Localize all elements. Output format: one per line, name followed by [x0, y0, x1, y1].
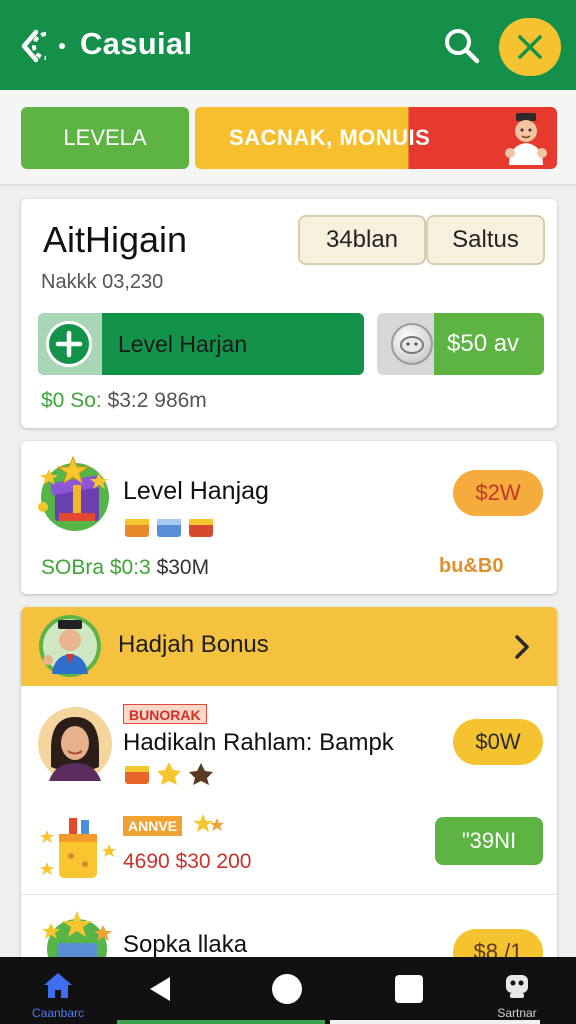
row1-tag2: ANNVE — [123, 816, 183, 836]
tab-strip: LEVELA SACNAK, MONUIS — [0, 90, 576, 186]
woman-avatar-icon — [38, 707, 112, 781]
nav-profile[interactable]: Sartnar — [482, 971, 552, 1021]
coin-icon — [391, 323, 433, 365]
search-icon[interactable] — [440, 24, 484, 68]
nav-home-label: Caanbarc — [31, 1006, 85, 1020]
summary-footer-value: $3:2 986m — [107, 389, 207, 412]
nav-indicator — [330, 1020, 540, 1024]
summary-footer: $0 So: $3:2 986m — [41, 389, 207, 413]
bonus-card-header[interactable]: Hadjah Bonus — [21, 607, 557, 686]
summary-footer-green: $0 So: — [41, 389, 102, 412]
row1-price-button[interactable]: $0W — [453, 719, 543, 765]
chip-status[interactable]: Saltus — [426, 215, 545, 265]
level-card-footer-value: $30M — [156, 556, 210, 579]
level-card-footer: SOBra $0:3 $30M — [41, 556, 209, 580]
reward-items-icon — [125, 519, 213, 537]
home-icon — [44, 973, 72, 998]
plus-icon — [46, 321, 92, 367]
gift-box-icon — [38, 455, 109, 531]
nav-profile-label: Sartnar — [497, 1006, 537, 1020]
bonus-row-hadikaln[interactable]: BUNORAK Hadikaln Rahlam: Bampk $0W ANNVE… — [21, 686, 557, 896]
host-avatar-icon — [39, 615, 101, 677]
back-icon[interactable] — [146, 975, 172, 1003]
nav-indicator-active — [117, 1020, 325, 1024]
app-title: Casuial — [80, 26, 193, 61]
back-icon[interactable] — [18, 24, 72, 68]
row1-reward-icons — [125, 762, 213, 785]
chef-mascot-icon — [505, 113, 547, 165]
level-card[interactable]: Level Hanjag SOBra $0:3 $30M $2W bu&B0 — [21, 441, 557, 594]
level-card-badge: bu&B0 — [439, 555, 504, 577]
level-harjan-button[interactable]: Level Harjan — [38, 313, 364, 375]
tab-bonus[interactable]: SACNAK, MONUIS — [195, 107, 557, 169]
level-card-footer-green: SOBra $0:3 — [41, 556, 151, 579]
tab-level[interactable]: LEVELA — [21, 107, 189, 169]
summary-card: AitHigain Nakkk 03,230 34blan Saltus Lev… — [21, 199, 557, 428]
cash-button-label: $50 av — [447, 330, 520, 357]
treasure-jar-icon — [40, 818, 116, 878]
top-app-bar: Casuial — [0, 0, 576, 90]
row1-footer: 4690 $30 200 — [123, 850, 252, 873]
tab-bonus-label: SACNAK, MONUIS — [229, 125, 431, 150]
level-card-title: Level Hanjag — [123, 477, 269, 505]
cash-button[interactable]: $50 av — [377, 313, 544, 375]
chip-balance[interactable]: 34blan — [298, 215, 426, 265]
close-button[interactable] — [499, 18, 561, 76]
profile-icon — [506, 975, 528, 998]
row2-title: Sopka llaka — [123, 931, 248, 958]
row1-action-button[interactable]: "39NI — [435, 817, 543, 865]
bonus-card: Hadjah Bonus BUNORAK Hadikaln Rahlam: Ba… — [21, 607, 557, 967]
level-price-button[interactable]: $2W — [453, 470, 543, 516]
close-icon — [518, 35, 542, 59]
nav-home[interactable]: Caanbarc — [18, 971, 98, 1021]
chevron-right-icon — [515, 635, 529, 659]
summary-title: AitHigain — [43, 219, 188, 260]
row1-title: Hadikaln Rahlam: Bampk — [123, 729, 394, 756]
summary-subtitle: Nakkk 03,230 — [41, 271, 164, 293]
level-button-label: Level Harjan — [118, 331, 248, 357]
home-circle-icon[interactable] — [272, 974, 302, 1004]
stars-icon — [193, 814, 224, 832]
row1-tag: BUNORAK — [123, 704, 207, 724]
bonus-card-title: Hadjah Bonus — [118, 631, 269, 658]
recents-icon[interactable] — [395, 975, 423, 1003]
bottom-nav-bar: Caanbarc Sartnar — [0, 957, 576, 1024]
